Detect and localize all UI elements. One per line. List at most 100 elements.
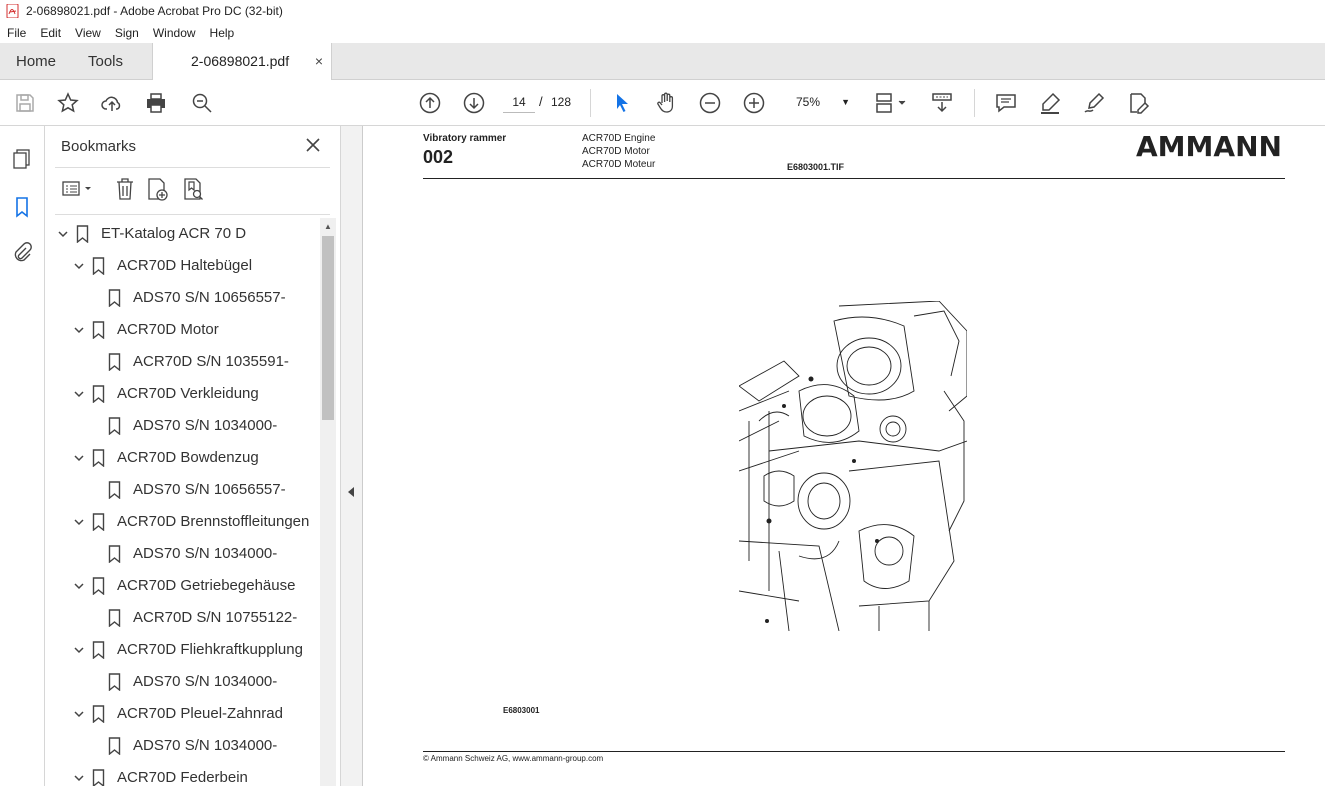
bookmark-item[interactable]: ADS70 S/N 10656557- [45, 474, 321, 506]
hand-tool-icon[interactable] [654, 91, 678, 115]
upload-cloud-icon[interactable] [100, 91, 124, 115]
chevron-down-icon[interactable] [73, 708, 85, 720]
bookmark-label: ACR70D Motor [117, 321, 219, 338]
page-down-icon[interactable] [462, 91, 486, 115]
document-view[interactable]: Vibratory rammer 002 ACR70D Engine ACR70… [363, 126, 1325, 786]
tab-home[interactable]: Home [16, 43, 56, 80]
chevron-down-icon[interactable] [57, 228, 69, 240]
delete-icon[interactable] [113, 176, 137, 202]
toolbar-divider-2 [974, 89, 975, 117]
bookmark-icon [108, 353, 121, 371]
panel-splitter[interactable] [341, 126, 363, 786]
header-rule [423, 178, 1285, 179]
bookmark-label: ACR70D Getriebegehäuse [117, 577, 296, 594]
engine-drawing [739, 301, 967, 631]
bookmark-icon [92, 321, 105, 339]
bookmark-icon [92, 257, 105, 275]
bookmark-icon [108, 481, 121, 499]
bookmark-item[interactable]: ADS70 S/N 1034000- [45, 730, 321, 762]
bookmark-item[interactable]: ACR70D Federbein [45, 762, 321, 786]
bookmark-label: ACR70D Haltebügel [117, 257, 253, 274]
star-icon[interactable] [56, 91, 80, 115]
doc-subtitle-fr: ACR70D Moteur [582, 159, 656, 170]
chevron-down-icon[interactable] [73, 644, 85, 656]
close-icon[interactable] [304, 136, 322, 154]
menu-file[interactable]: File [0, 26, 33, 40]
menu-window[interactable]: Window [146, 26, 203, 40]
bookmark-icon [92, 641, 105, 659]
zoom-out-icon[interactable] [698, 91, 722, 115]
menu-help[interactable]: Help [203, 26, 242, 40]
menu-sign[interactable]: Sign [108, 26, 146, 40]
bookmark-item[interactable]: ADS70 S/N 10656557- [45, 282, 321, 314]
bookmark-label: ACR70D Brennstoffleitungen [117, 513, 310, 530]
find-bookmark-icon[interactable] [181, 176, 205, 202]
bookmark-item[interactable]: ADS70 S/N 1034000- [45, 666, 321, 698]
highlight-pen-icon[interactable] [1038, 91, 1062, 115]
bookmark-item[interactable]: ACR70D S/N 10755122- [45, 602, 321, 634]
close-tab-icon[interactable]: × [315, 43, 323, 80]
page-total: 128 [551, 95, 572, 109]
bookmark-label: ADS70 S/N 1034000- [133, 737, 278, 754]
chevron-down-icon[interactable] [73, 516, 85, 528]
bookmark-item[interactable]: ADS70 S/N 1034000- [45, 538, 321, 570]
scroll-up-icon[interactable]: ▲ [324, 222, 332, 231]
pages-thumbnail-icon[interactable] [11, 148, 33, 170]
comment-icon[interactable] [994, 91, 1018, 115]
menu-view[interactable]: View [68, 26, 108, 40]
edit-pdf-icon[interactable] [1126, 91, 1150, 115]
tab-tools[interactable]: Tools [88, 43, 123, 80]
print-icon[interactable] [144, 91, 168, 115]
zoom-search-icon[interactable] [190, 91, 214, 115]
scroll-thumb[interactable] [322, 236, 334, 420]
chevron-down-icon[interactable] [73, 580, 85, 592]
doc-subtitle-en: ACR70D Engine [582, 133, 656, 144]
footer-rule [423, 751, 1285, 752]
page-layout-icon[interactable] [874, 91, 910, 115]
bookmark-label: ACR70D Verkleidung [117, 385, 259, 402]
page-up-icon[interactable] [418, 91, 442, 115]
chevron-down-icon[interactable] [73, 388, 85, 400]
bookmark-label: ADS70 S/N 1034000- [133, 545, 278, 562]
bookmark-item[interactable]: ACR70D Pleuel-Zahnrad [45, 698, 321, 730]
bookmark-item[interactable]: ADS70 S/N 1034000- [45, 410, 321, 442]
bookmark-panel-icon[interactable] [11, 196, 33, 218]
chevron-down-icon[interactable] [73, 260, 85, 272]
bookmark-item[interactable]: ACR70D Haltebügel [45, 250, 321, 282]
save-icon[interactable] [13, 91, 37, 115]
menu-edit[interactable]: Edit [33, 26, 68, 40]
bookmark-icon [92, 513, 105, 531]
options-menu-icon[interactable] [61, 176, 95, 202]
bookmark-icon [92, 577, 105, 595]
bookmarks-title: Bookmarks [61, 138, 137, 155]
sign-pen-icon[interactable] [1082, 91, 1106, 115]
scroll-mode-icon[interactable] [930, 91, 954, 115]
tab-document[interactable]: 2-06898021.pdf × [152, 43, 332, 81]
bookmark-item[interactable]: ET-Katalog ACR 70 D [45, 218, 321, 250]
bookmark-item[interactable]: ACR70D Bowdenzug [45, 442, 321, 474]
page-number-input[interactable]: 14 [503, 91, 535, 113]
bookmark-scrollbar[interactable]: ▲ [320, 218, 336, 786]
zoom-select[interactable]: 75% ▼ [786, 91, 854, 113]
chevron-down-icon[interactable] [73, 772, 85, 784]
bookmark-label: ACR70D Federbein [117, 769, 248, 786]
bookmark-item[interactable]: ACR70D Motor [45, 314, 321, 346]
bookmark-item[interactable]: ACR70D Brennstoffleitungen [45, 506, 321, 538]
bookmark-item[interactable]: ACR70D S/N 1035591- [45, 346, 321, 378]
divider [55, 167, 330, 168]
chevron-down-icon[interactable] [73, 452, 85, 464]
attachment-icon[interactable] [11, 241, 33, 263]
add-bookmark-icon[interactable] [145, 176, 169, 202]
bookmark-label: ACR70D Fliehkraftkupplung [117, 641, 303, 658]
bookmark-item[interactable]: ACR70D Getriebegehäuse [45, 570, 321, 602]
bookmark-label: ADS70 S/N 10656557- [133, 481, 286, 498]
zoom-in-icon[interactable] [742, 91, 766, 115]
collapse-arrow-icon[interactable] [348, 487, 354, 497]
bookmark-icon [108, 545, 121, 563]
chevron-down-icon[interactable] [73, 324, 85, 336]
ammann-logo: AMMANN [1136, 130, 1282, 163]
select-cursor-icon[interactable] [610, 91, 634, 115]
title-bar: 2-06898021.pdf - Adobe Acrobat Pro DC (3… [0, 0, 1325, 22]
bookmark-item[interactable]: ACR70D Verkleidung [45, 378, 321, 410]
bookmark-item[interactable]: ACR70D Fliehkraftkupplung [45, 634, 321, 666]
